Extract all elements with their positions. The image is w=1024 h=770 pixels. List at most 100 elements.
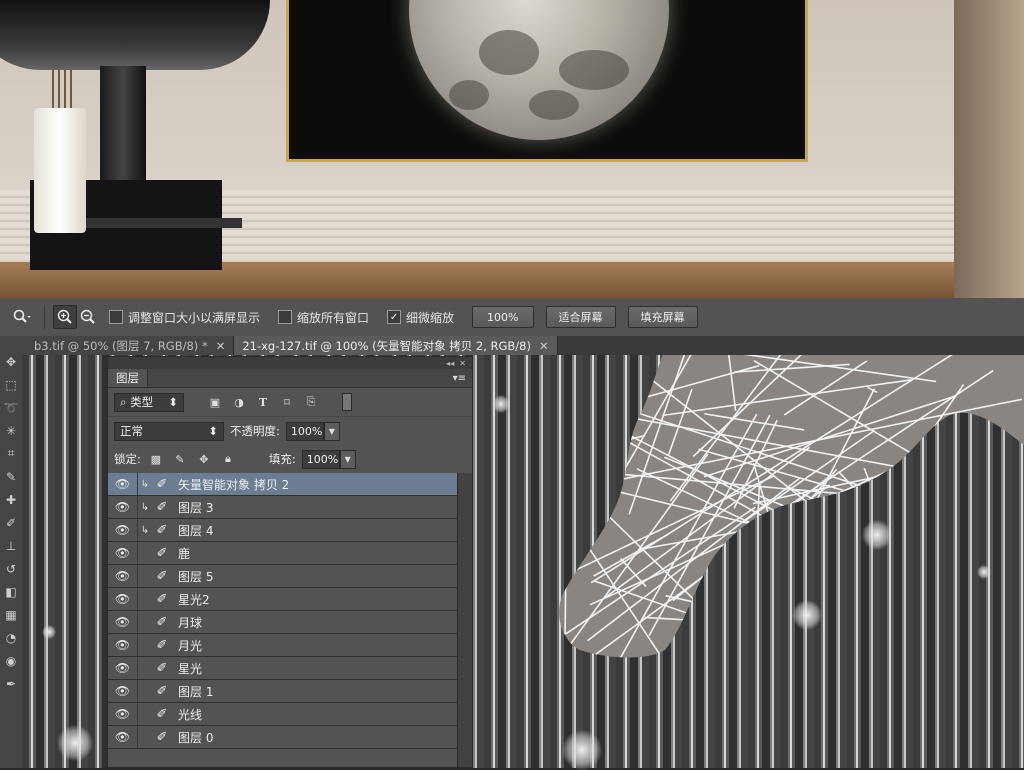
stamp-tool-icon[interactable]: ⊥ [0,534,22,557]
bokeh-dot [492,395,510,413]
layer-name: 月光 [178,637,202,654]
moon [409,0,669,140]
eyedropper-icon[interactable]: ✎ [0,465,22,488]
updown-arrow-icon: ⬍ [168,395,178,409]
gradient-tool-icon[interactable]: ▦ [0,603,22,626]
lock-paint-icon[interactable]: ✎ [171,451,189,467]
layer-row[interactable]: 👁︎↳✐ 图层 4 [108,519,472,542]
checkmark-icon[interactable]: ✓ [387,310,401,324]
tab-21-xg-127[interactable]: 21-xg-127.tif @ 100% (矢量智能对象 拷贝 2, RGB/8… [234,336,557,355]
eraser-icon[interactable]: ◧ [0,580,22,603]
lock-all-icon[interactable]: 🔒︎ [219,451,237,467]
history-brush-icon[interactable]: ↺ [0,557,22,580]
smart-object-filter-icon[interactable]: ⎘ [302,394,320,410]
zoom-in-icon[interactable] [53,305,77,329]
brush-thumbnail-icon[interactable]: ✐ [152,569,172,584]
eye-icon[interactable]: 👁︎ [108,611,138,633]
zoom-tool-icon[interactable] [6,306,38,328]
brush-thumbnail-icon[interactable]: ✐ [152,546,172,561]
layer-row[interactable]: 👁︎✐星光 [108,657,472,680]
brush-thumbnail-icon[interactable]: ✐ [152,615,172,630]
opacity-value[interactable]: 100% [286,422,324,441]
crop-tool-icon[interactable]: ⌗ [0,442,22,465]
eye-icon[interactable]: 👁︎ [108,473,138,495]
panel-collapse-bar[interactable]: ◂◂ ✕ [108,357,472,369]
zoom-all-windows-checkbox[interactable]: 缩放所有窗口 [278,309,369,326]
tools-panel: ✥ ⬚ ➰ ✳ ⌗ ✎ ✚ ✐ ⊥ ↺ ◧ ▦ ◔ ◉ ✒ [0,336,23,768]
layer-row[interactable]: 👁︎ ✐ 月光 [108,634,472,657]
eye-icon[interactable]: 👁︎ [108,542,138,564]
marquee-tool-icon[interactable]: ⬚ [0,373,22,396]
filter-kind-dropdown[interactable]: ⌕ 类型 ⬍ [114,393,184,412]
dodge-tool-icon[interactable]: ◉ [0,649,22,672]
zoom-out-icon[interactable] [77,306,99,328]
layer-list-scrollbar[interactable] [457,473,472,767]
chevron-down-icon[interactable]: ▼ [340,450,356,469]
layer-row[interactable]: 👁︎✐鹿 [108,542,472,565]
pixel-filter-icon[interactable]: ▣ [206,394,224,410]
actual-pixels-button[interactable]: 100% [472,306,533,328]
panel-menu-icon[interactable]: ▾≡ [453,373,472,384]
brush-thumbnail-icon[interactable]: ✐ [152,730,172,745]
fill-value[interactable]: 100% [302,450,340,469]
shape-filter-icon[interactable]: ⌑ [278,394,296,410]
lasso-tool-icon[interactable]: ➰ [0,396,22,419]
lock-transparent-icon[interactable]: ▩ [147,451,165,467]
layer-row[interactable]: 👁︎✐月球 [108,611,472,634]
fill-label: 填充: [269,451,296,467]
eye-icon[interactable]: 👁︎ [108,496,138,518]
brush-thumbnail-icon[interactable]: ✐ [152,500,172,515]
layer-row[interactable]: 👁︎✐图层 5 [108,565,472,588]
adjustment-filter-icon[interactable]: ◑ [230,394,248,410]
tab-b3[interactable]: b3.tif @ 50% (图层 7, RGB/8) * ✕ [22,336,234,355]
brush-thumbnail-icon[interactable]: ✐ [152,592,172,607]
eye-icon[interactable]: 👁︎ [108,634,138,656]
blend-mode-dropdown[interactable]: 正常 ⬍ [114,422,224,441]
eye-icon[interactable]: 👁︎ [108,680,138,702]
bokeh-dot [57,725,93,761]
resize-windows-checkbox[interactable]: 调整窗口大小以满屏显示 [109,309,260,326]
eye-icon[interactable]: 👁︎ [108,588,138,610]
brush-tool-icon[interactable]: ✐ [0,511,22,534]
brush-thumbnail-icon[interactable]: ✐ [152,684,172,699]
layers-tab[interactable]: 图层 [108,369,148,387]
brush-thumbnail-icon[interactable]: ✐ [152,477,172,492]
eye-icon[interactable]: 👁︎ [108,657,138,679]
layer-row[interactable]: 👁︎↳✐矢量智能对象 拷贝 2 [108,473,472,496]
eye-icon[interactable]: 👁︎ [108,565,138,587]
fill-screen-button[interactable]: 填充屏幕 [628,306,698,328]
scrubby-zoom-checkbox[interactable]: ✓ 细微缩放 [387,309,454,326]
lock-position-icon[interactable]: ✥ [195,451,213,467]
close-icon[interactable]: ✕ [216,339,226,353]
checkbox-unchecked[interactable] [109,310,123,324]
eye-icon[interactable]: 👁︎ [108,703,138,725]
healing-brush-icon[interactable]: ✚ [0,488,22,511]
layer-row[interactable]: 👁︎✐图层 0 [108,726,472,749]
blur-tool-icon[interactable]: ◔ [0,626,22,649]
filter-toggle-switch[interactable] [342,393,352,411]
eye-icon[interactable]: 👁︎ [108,519,138,541]
type-filter-icon[interactable]: T [254,394,272,410]
layer-name: 图层 3 [178,499,213,516]
chevron-down-icon[interactable]: ▼ [324,422,340,441]
layer-row[interactable]: 👁︎✐图层 1 [108,680,472,703]
layer-row[interactable]: 👁︎✐光线 [108,703,472,726]
move-tool-icon[interactable]: ✥ [0,350,22,373]
checkbox-unchecked[interactable] [278,310,292,324]
clipping-arrow-icon: ↳ [138,525,152,536]
brush-thumbnail-icon[interactable]: ✐ [152,638,172,653]
magic-wand-icon[interactable]: ✳ [0,419,22,442]
opacity-field[interactable]: 100% ▼ [286,422,340,441]
eye-icon[interactable]: 👁︎ [108,726,138,748]
fill-field[interactable]: 100% ▼ [302,450,356,469]
lock-label: 锁定: [114,451,141,467]
layer-row[interactable]: 👁︎↳✐图层 3 [108,496,472,519]
brush-thumbnail-icon[interactable]: ✐ [152,707,172,722]
layer-row[interactable]: 👁︎✐星光2 [108,588,472,611]
brush-thumbnail-icon[interactable]: ✐ [152,661,172,676]
close-icon[interactable]: ✕ [539,339,549,353]
layer-name: 图层 4 [178,522,213,539]
fit-screen-button[interactable]: 适合屏幕 [546,306,616,328]
pen-tool-icon[interactable]: ✒ [0,672,22,695]
brush-thumbnail-icon[interactable]: ✐ [152,523,172,538]
